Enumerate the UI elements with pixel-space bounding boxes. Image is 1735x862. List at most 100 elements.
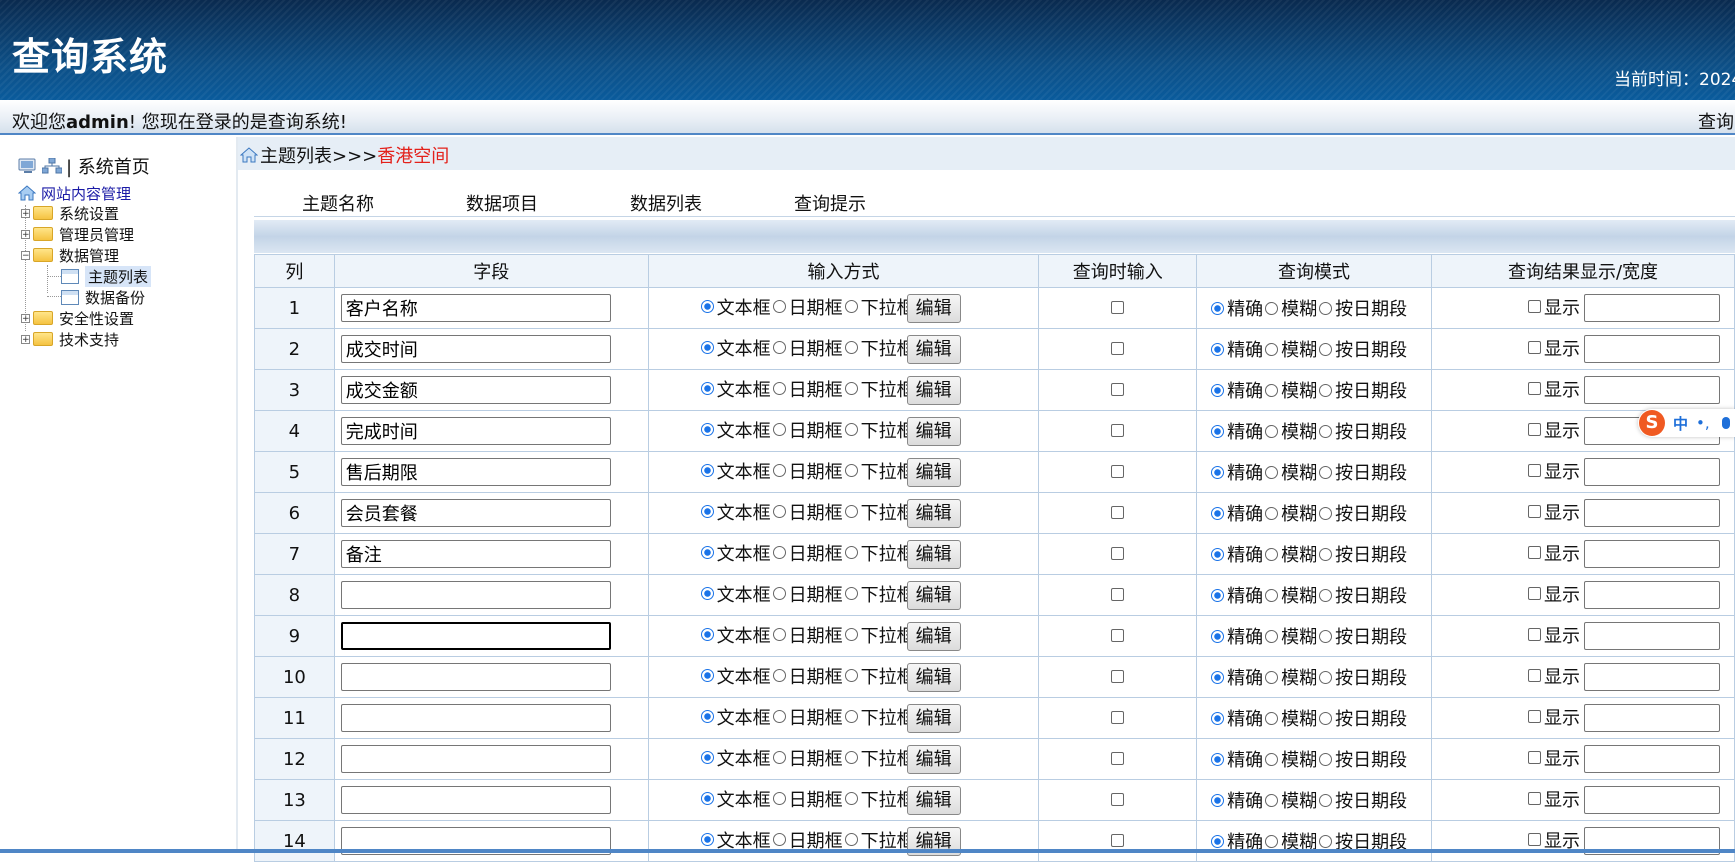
display-width-input[interactable] (1584, 663, 1720, 692)
input-mode-textbox-option[interactable]: 文本框 (699, 376, 771, 402)
radio-selected[interactable] (1211, 547, 1225, 561)
radio[interactable] (1319, 711, 1333, 725)
mode-fuzzy-option[interactable]: 模糊 (1263, 541, 1317, 567)
input-mode-dropdown-option[interactable]: 下拉框 (843, 786, 907, 812)
mode-exact-option[interactable]: 精确 (1209, 377, 1263, 403)
mode-exact-option[interactable]: 精确 (1209, 746, 1263, 772)
edit-button[interactable]: 编辑 (906, 375, 961, 405)
radio[interactable] (844, 628, 858, 641)
display-width-input[interactable] (1584, 376, 1720, 405)
radio-selected[interactable] (700, 751, 714, 764)
radio[interactable] (1265, 752, 1279, 766)
mode-fuzzy-option[interactable]: 模糊 (1263, 582, 1317, 608)
expand-icon[interactable]: + (21, 313, 30, 323)
edit-button[interactable]: 编辑 (906, 539, 961, 569)
radio-selected[interactable] (1211, 670, 1225, 684)
radio-selected[interactable] (700, 669, 714, 682)
radio[interactable] (1319, 670, 1333, 684)
tree-item-security-settings[interactable]: + 安全性设置 (21, 308, 134, 328)
query-input-checkbox[interactable] (1111, 751, 1125, 765)
field-name-input[interactable] (340, 499, 611, 527)
mode-date-range-option[interactable]: 按日期段 (1317, 336, 1407, 362)
mode-date-range-option[interactable]: 按日期段 (1317, 746, 1407, 772)
query-input-checkbox[interactable] (1111, 546, 1125, 560)
radio[interactable] (844, 423, 858, 436)
radio-selected[interactable] (700, 628, 714, 641)
radio-selected[interactable] (1211, 506, 1225, 520)
radio[interactable] (772, 669, 786, 682)
radio[interactable] (844, 587, 858, 600)
display-option[interactable]: 显示 (1528, 540, 1580, 566)
radio[interactable] (772, 423, 786, 436)
mode-exact-option[interactable]: 精确 (1209, 295, 1263, 321)
radio-selected[interactable] (700, 792, 714, 805)
radio-selected[interactable] (700, 587, 714, 600)
radio[interactable] (844, 751, 858, 764)
edit-button[interactable]: 编辑 (906, 703, 961, 733)
display-option[interactable]: 显示 (1528, 458, 1580, 484)
display-width-input[interactable] (1584, 704, 1720, 733)
radio-selected[interactable] (1211, 342, 1225, 356)
field-name-input[interactable] (340, 294, 611, 322)
microphone-icon[interactable] (1721, 417, 1730, 429)
input-mode-textbox-option[interactable]: 文本框 (699, 335, 771, 361)
radio-selected[interactable] (1211, 793, 1225, 807)
radio-selected[interactable] (1211, 588, 1225, 602)
radio[interactable] (772, 341, 786, 354)
field-name-input[interactable] (340, 581, 611, 609)
mode-date-range-option[interactable]: 按日期段 (1317, 418, 1407, 444)
radio[interactable] (844, 382, 858, 395)
radio-selected[interactable] (1211, 629, 1225, 643)
expand-icon[interactable]: + (21, 334, 30, 344)
tree-item-data-backup[interactable]: 数据备份 (61, 287, 145, 307)
tree-item-admin-management[interactable]: + 管理员管理 (21, 224, 134, 244)
radio[interactable] (1265, 465, 1279, 479)
display-checkbox[interactable] (1528, 751, 1541, 765)
mode-exact-option[interactable]: 精确 (1209, 418, 1263, 444)
tree-item-tech-support[interactable]: + 技术支持 (21, 329, 119, 349)
edit-button[interactable]: 编辑 (906, 744, 961, 774)
mode-fuzzy-option[interactable]: 模糊 (1263, 377, 1317, 403)
radio[interactable] (1265, 506, 1279, 520)
radio-selected[interactable] (1211, 465, 1225, 479)
mode-fuzzy-option[interactable]: 模糊 (1263, 459, 1317, 485)
radio-selected[interactable] (700, 423, 714, 436)
radio-selected[interactable] (700, 300, 714, 313)
display-checkbox[interactable] (1528, 833, 1541, 847)
tab-topic-name[interactable]: 主题名称 (302, 190, 374, 216)
query-input-checkbox[interactable] (1111, 710, 1125, 724)
input-mode-textbox-option[interactable]: 文本框 (699, 294, 771, 320)
display-option[interactable]: 显示 (1528, 417, 1580, 443)
input-mode-date-option[interactable]: 日期框 (771, 376, 843, 402)
radio[interactable] (1319, 342, 1333, 356)
mode-fuzzy-option[interactable]: 模糊 (1263, 418, 1317, 444)
mode-fuzzy-option[interactable]: 模糊 (1263, 664, 1317, 690)
ime-punctuation-indicator[interactable]: •, (1696, 414, 1710, 432)
mode-fuzzy-option[interactable]: 模糊 (1263, 746, 1317, 772)
input-mode-dropdown-option[interactable]: 下拉框 (843, 294, 907, 320)
query-input-checkbox[interactable] (1111, 464, 1125, 478)
query-input-checkbox[interactable] (1111, 382, 1125, 396)
input-mode-textbox-option[interactable]: 文本框 (699, 786, 771, 812)
mode-fuzzy-option[interactable]: 模糊 (1263, 336, 1317, 362)
mode-exact-option[interactable]: 精确 (1209, 787, 1263, 813)
input-mode-date-option[interactable]: 日期框 (771, 540, 843, 566)
edit-button[interactable]: 编辑 (906, 293, 961, 323)
tree-item-topic-list[interactable]: 主题列表 (61, 265, 152, 287)
radio[interactable] (1265, 834, 1279, 848)
radio[interactable] (1319, 424, 1333, 438)
query-input-checkbox[interactable] (1111, 300, 1125, 314)
radio-selected[interactable] (700, 464, 714, 477)
input-mode-date-option[interactable]: 日期框 (771, 622, 843, 648)
input-mode-date-option[interactable]: 日期框 (771, 499, 843, 525)
radio[interactable] (1265, 301, 1279, 315)
display-checkbox[interactable] (1528, 505, 1541, 519)
edit-button[interactable]: 编辑 (906, 416, 961, 446)
radio[interactable] (1319, 834, 1333, 848)
input-mode-date-option[interactable]: 日期框 (771, 663, 843, 689)
display-checkbox[interactable] (1528, 300, 1541, 314)
query-input-checkbox[interactable] (1111, 341, 1125, 355)
mode-fuzzy-option[interactable]: 模糊 (1263, 787, 1317, 813)
radio[interactable] (1319, 629, 1333, 643)
display-width-input[interactable] (1584, 499, 1720, 528)
